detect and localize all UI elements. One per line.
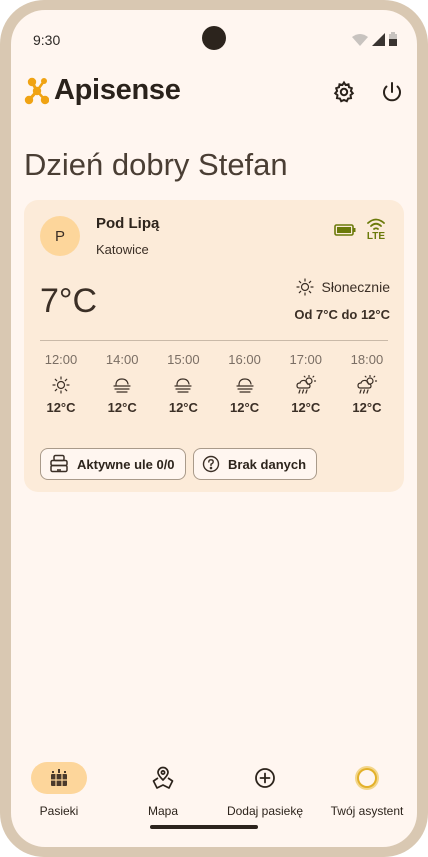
- add-circle-icon: [255, 768, 275, 788]
- nav-item-add-apiary[interactable]: Dodaj pasiekę: [215, 762, 315, 818]
- nav-label-add-apiary: Dodaj pasiekę: [226, 804, 304, 818]
- gear-icon: [333, 80, 355, 103]
- apisense-logo-icon: [24, 77, 49, 105]
- forecast-time: 17:00: [289, 352, 323, 367]
- forecast-item: 12:00 12°C: [34, 352, 88, 415]
- assistant-orb-icon: [355, 766, 379, 790]
- apiary-city: Katowice: [96, 242, 149, 257]
- fog-icon: [174, 378, 192, 393]
- screen: 9:30 Apisense Dzień dobry Stefan P Pod L…: [11, 10, 417, 847]
- forecast-temp: 12°C: [291, 400, 321, 415]
- lte-signal: LTE: [366, 218, 386, 242]
- nav-label-apiaries: Pasieki: [39, 804, 79, 818]
- forecast-time: 16:00: [228, 352, 261, 367]
- wifi-icon: [352, 34, 368, 46]
- gesture-bar: [150, 825, 258, 829]
- beehive-grid-icon: [51, 769, 67, 786]
- forecast-temp: 12°C: [352, 400, 382, 415]
- apiary-name: Pod Lipą: [96, 215, 160, 232]
- forecast-temp: 12°C: [168, 400, 198, 415]
- forecast-item: 17:00 12°C: [279, 352, 333, 415]
- cell-signal-icon: [372, 33, 385, 46]
- forecast-time: 18:00: [350, 352, 384, 367]
- forecast-item: 18:00 12°C: [340, 352, 394, 415]
- temperature-range: Od 7°C do 12°C: [294, 307, 390, 322]
- forecast-item: 14:00 12°C: [95, 352, 149, 415]
- forecast-temp: 12°C: [46, 400, 76, 415]
- hourly-forecast: 12:00 12°C 14:00 12°C 15:00 12°C 16:00 1…: [34, 352, 394, 415]
- sun-rain-icon: [296, 375, 316, 394]
- camera-cutout: [202, 26, 226, 50]
- status-time: 9:30: [33, 32, 61, 48]
- forecast-temp: 12°C: [107, 400, 137, 415]
- nav-item-apiaries[interactable]: Pasieki: [11, 762, 109, 818]
- no-data-label: Brak danych: [228, 456, 307, 472]
- nav-item-map[interactable]: Mapa: [113, 762, 213, 818]
- greeting: Dzień dobry Stefan: [24, 147, 288, 182]
- fog-icon: [113, 378, 131, 393]
- wireless-signal-icon: [367, 218, 385, 230]
- battery-full-icon: [334, 224, 356, 236]
- settings-button[interactable]: [330, 78, 358, 106]
- nav-label-map: Mapa: [147, 804, 179, 818]
- sun-icon: [52, 376, 70, 394]
- lte-label: LTE: [366, 231, 386, 242]
- forecast-item: 16:00 12°C: [218, 352, 272, 415]
- device-status: LTE: [334, 218, 386, 242]
- logout-button[interactable]: [378, 78, 406, 106]
- battery-status-icon: [389, 32, 397, 46]
- bottom-navigation: Pasieki Mapa Dodaj pasiekę Twój asystent: [11, 762, 417, 828]
- apiary-card[interactable]: P Pod Lipą Katowice LTE 7°C Słonecznie O…: [24, 200, 404, 492]
- apiary-avatar: P: [40, 216, 80, 256]
- condition-label: Słonecznie: [321, 279, 391, 295]
- fog-icon: [235, 378, 254, 393]
- forecast-time: 14:00: [105, 352, 139, 367]
- map-pin-icon: [152, 766, 174, 789]
- question-circle-icon: [202, 455, 220, 473]
- card-divider: [40, 340, 388, 341]
- sun-icon: [295, 278, 314, 296]
- forecast-time: 15:00: [167, 352, 200, 367]
- nav-item-assistant[interactable]: Twój asystent: [317, 762, 417, 818]
- status-bar: 9:30: [11, 10, 417, 60]
- app-header: Apisense: [11, 72, 417, 112]
- phone-frame: 9:30 Apisense Dzień dobry Stefan P Pod L…: [0, 0, 428, 857]
- active-hives-label: Aktywne ule 0/0: [77, 456, 175, 472]
- app-title: Apisense: [54, 74, 181, 106]
- forecast-temp: 12°C: [230, 400, 260, 415]
- no-data-chip[interactable]: Brak danych: [193, 448, 318, 480]
- forecast-time: 12:00: [44, 352, 78, 367]
- status-icons: [352, 32, 397, 46]
- active-hives-chip[interactable]: Aktywne ule 0/0: [40, 448, 186, 480]
- sun-rain-icon: [357, 375, 378, 394]
- nav-label-assistant: Twój asystent: [330, 804, 404, 818]
- power-icon: [383, 82, 401, 102]
- current-temperature: 7°C: [40, 282, 98, 320]
- beehive-icon: [50, 454, 68, 473]
- weather-condition: Słonecznie: [295, 278, 391, 296]
- forecast-item: 15:00 12°C: [156, 352, 210, 415]
